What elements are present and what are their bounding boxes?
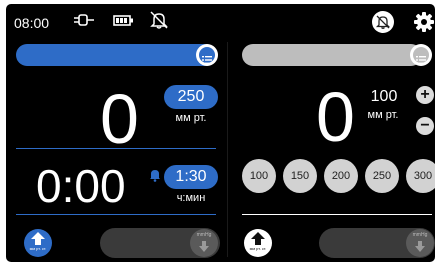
preset-150-button[interactable]: 150 (283, 159, 317, 193)
right-deflate-handle[interactable]: mmHg (406, 229, 434, 257)
left-deflate-handle[interactable]: mmHg (190, 229, 218, 257)
panel-separator (227, 42, 228, 257)
increase-button[interactable]: + (416, 86, 434, 104)
left-timer-setpoint-button[interactable]: 1:30 (164, 165, 218, 189)
status-time: 08:00 (14, 15, 50, 31)
alarm-off-badge-icon[interactable] (372, 11, 394, 33)
left-timer-value: 0:00 (36, 160, 126, 212)
alarm-off-icon (148, 9, 170, 36)
preset-100-button[interactable]: 100 (242, 159, 276, 193)
gear-icon[interactable] (413, 11, 435, 38)
battery-icon (113, 12, 135, 33)
decrease-button[interactable]: − (416, 117, 434, 135)
preset-200-button[interactable]: 200 (324, 159, 358, 193)
right-deflate-label: mmHg (412, 232, 428, 238)
right-setpoint-value[interactable]: 100 (362, 88, 406, 106)
left-channel-slider[interactable] (16, 44, 216, 66)
left-pressure-unit: мм рт. (175, 112, 207, 124)
right-inflate-label: мм рт. ст. (249, 246, 267, 251)
left-setpoint-button[interactable]: 250 (164, 85, 218, 109)
screen: 08:00 0 250 мм рт. 0:00 1:30 ч:мин мм рт… (6, 4, 435, 262)
list-icon (202, 51, 212, 69)
left-divider-2 (16, 214, 216, 215)
preset-300-button[interactable]: 300 (406, 159, 435, 193)
preset-row: 100 150 200 250 300 (242, 159, 435, 195)
arrow-down-icon (414, 240, 426, 258)
list-icon (416, 51, 426, 69)
left-inflate-label: мм рт. ст. (29, 246, 47, 251)
bell-icon (149, 168, 161, 187)
arrow-down-icon (198, 240, 210, 258)
preset-250-button[interactable]: 250 (365, 159, 399, 193)
left-timer-unit: ч:мин (176, 192, 206, 204)
left-divider-1 (16, 148, 216, 149)
right-pressure-unit: мм рт. (367, 109, 399, 121)
right-pressure-value: 0 (316, 78, 355, 156)
left-channel-slider-handle[interactable] (196, 44, 218, 66)
device-frame: 08:00 0 250 мм рт. 0:00 1:30 ч:мин мм рт… (0, 0, 441, 267)
right-channel-slider-handle[interactable] (410, 44, 432, 66)
left-inflate-button[interactable]: мм рт. ст. (24, 229, 52, 257)
left-deflate-label: mmHg (196, 232, 212, 238)
right-channel-slider[interactable] (242, 44, 422, 66)
right-inflate-button[interactable]: мм рт. ст. (244, 229, 272, 257)
left-pressure-value: 0 (100, 80, 139, 158)
plug-icon (72, 12, 96, 33)
right-divider (242, 214, 432, 215)
